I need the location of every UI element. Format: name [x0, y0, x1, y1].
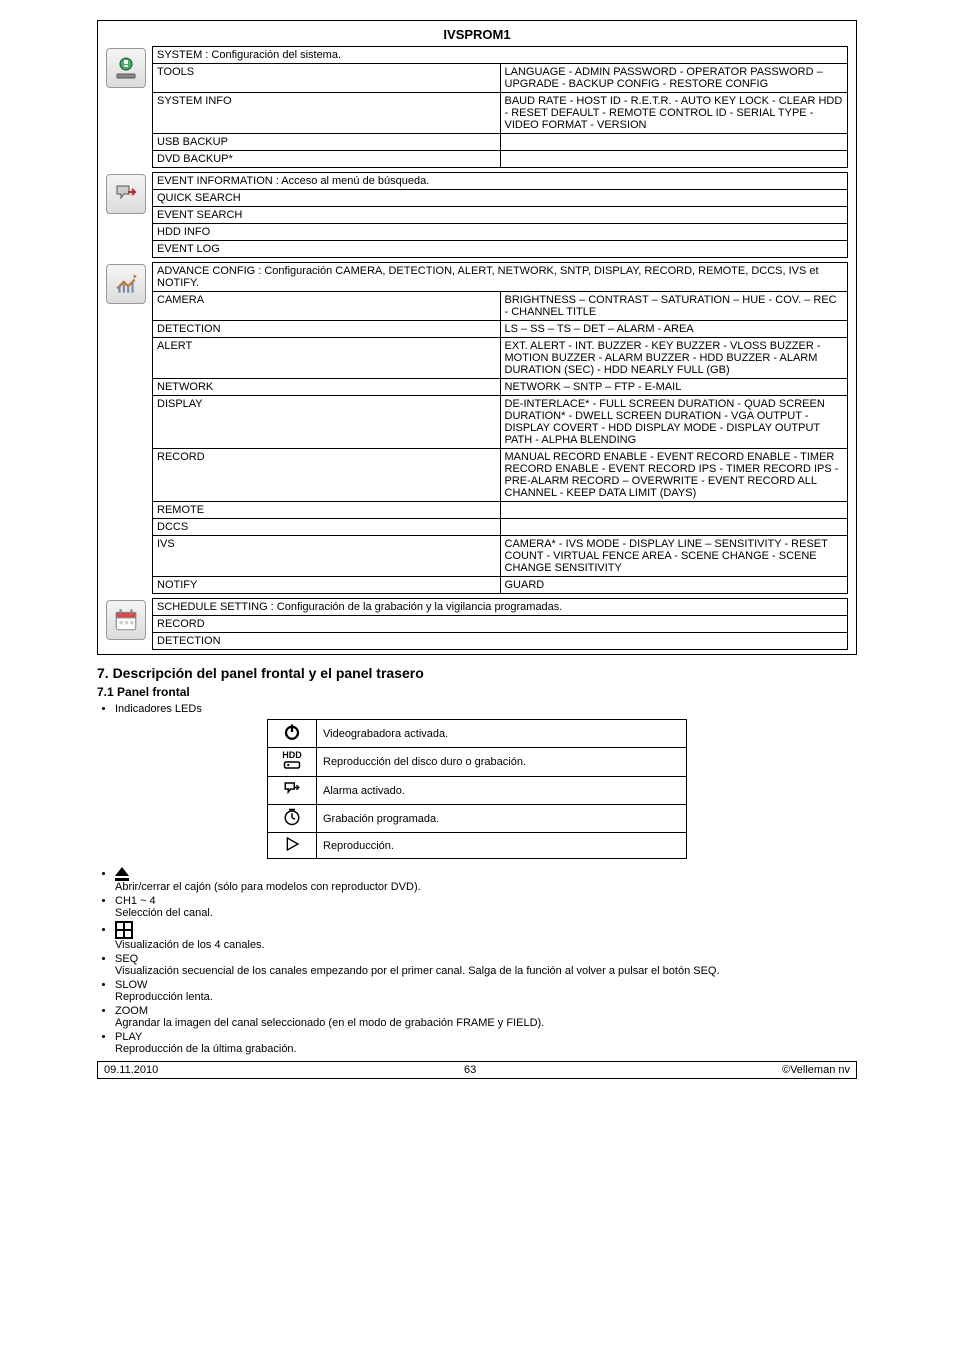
front-panel-list: Abrir/cerrar el cajón (sólo para modelos… [115, 867, 857, 1055]
system-header: SYSTEM : Configuración del sistema. [153, 47, 848, 64]
bullet-head: PLAY [115, 1031, 142, 1043]
led-desc: Reproducción del disco duro o grabación. [317, 748, 687, 777]
event-icon [106, 174, 146, 214]
row-value: NETWORK – SNTP – FTP - E-MAIL [500, 379, 848, 396]
event-line: HDD INFO [153, 224, 848, 241]
bullet-text: Selección del canal. [115, 907, 213, 919]
system-section: SYSTEM : Configuración del sistema. TOOL… [106, 46, 848, 168]
footer-copyright: ©Velleman nv [782, 1064, 850, 1076]
row-label: NETWORK [153, 379, 501, 396]
row-label: DISPLAY [153, 396, 501, 449]
bullet-text: Agrandar la imagen del canal seleccionad… [115, 1017, 544, 1029]
row-value: MANUAL RECORD ENABLE - EVENT RECORD ENAB… [500, 449, 848, 502]
row-label: CAMERA [153, 292, 501, 321]
row-value: BRIGHTNESS – CONTRAST – SATURATION – HUE… [500, 292, 848, 321]
alarm-icon [268, 777, 317, 805]
document-frame: IVSPROM1 SYSTEM : Configuración del sist… [97, 20, 857, 655]
row-value [500, 519, 848, 536]
hdd-icon: HDD [268, 748, 317, 777]
row-label: DVD BACKUP* [153, 151, 501, 168]
row-label: ALERT [153, 338, 501, 379]
bullet-head: ZOOM [115, 1005, 148, 1017]
led-desc: Alarma activado. [317, 777, 687, 805]
row-value: CAMERA* - IVS MODE - DISPLAY LINE – SENS… [500, 536, 848, 577]
row-value: GUARD [500, 577, 848, 594]
row-value [500, 502, 848, 519]
doc-title: IVSPROM1 [106, 27, 848, 42]
row-label: DCCS [153, 519, 501, 536]
advance-header: ADVANCE CONFIG : Configuración CAMERA, D… [153, 263, 848, 292]
advance-icon [106, 264, 146, 304]
event-line: EVENT SEARCH [153, 207, 848, 224]
row-label: IVS [153, 536, 501, 577]
eject-icon [115, 867, 129, 881]
bullet-head: SLOW [115, 979, 147, 991]
page-footer: 09.11.2010 63 ©Velleman nv [97, 1061, 857, 1079]
power-icon [268, 720, 317, 748]
row-value: BAUD RATE - HOST ID - R.E.T.R. - AUTO KE… [500, 93, 848, 134]
schedule-icon [106, 600, 146, 640]
row-label: USB BACKUP [153, 134, 501, 151]
bullet-head: SEQ [115, 953, 138, 965]
led-desc: Videograbadora activada. [317, 720, 687, 748]
schedule-section: SCHEDULE SETTING : Configuración de la g… [106, 598, 848, 650]
led-desc: Grabación programada. [317, 805, 687, 833]
bullet-text: Reproducción lenta. [115, 991, 213, 1003]
led-desc: Reproducción. [317, 833, 687, 859]
bullet-head: CH1 ~ 4 [115, 895, 156, 907]
schedule-row: RECORD [153, 616, 848, 633]
bullet-text: Visualización de los 4 canales. [115, 939, 265, 951]
row-label: NOTIFY [153, 577, 501, 594]
row-label: DETECTION [153, 321, 501, 338]
schedule-header: SCHEDULE SETTING : Configuración de la g… [153, 599, 848, 616]
footer-date: 09.11.2010 [104, 1064, 158, 1076]
row-value: EXT. ALERT - INT. BUZZER - KEY BUZZER - … [500, 338, 848, 379]
timer-icon [268, 805, 317, 833]
row-value [500, 151, 848, 168]
led-table: Videograbadora activada. HDD Reproducció… [267, 719, 687, 859]
section-7-heading: 7. Descripción del panel frontal y el pa… [97, 665, 857, 681]
event-line: EVENT LOG [153, 241, 848, 258]
row-label: SYSTEM INFO [153, 93, 501, 134]
event-section: EVENT INFORMATION : Acceso al menú de bú… [106, 172, 848, 258]
play-icon [268, 833, 317, 859]
row-value [500, 134, 848, 151]
system-icon [106, 48, 146, 88]
row-value: DE-INTERLACE* - FULL SCREEN DURATION - Q… [500, 396, 848, 449]
row-label: TOOLS [153, 64, 501, 93]
footer-page: 63 [464, 1064, 476, 1076]
bullet-text: Reproducción de la última grabación. [115, 1043, 297, 1055]
bullet-text: Abrir/cerrar el cajón (sólo para modelos… [115, 881, 421, 893]
schedule-row: DETECTION [153, 633, 848, 650]
event-header: EVENT INFORMATION : Acceso al menú de bú… [153, 173, 848, 190]
section-7-1-heading: 7.1 Panel frontal [97, 685, 857, 699]
row-label: RECORD [153, 449, 501, 502]
led-intro: Indicadores LEDs [115, 703, 857, 715]
quad-icon [115, 921, 133, 939]
row-value: LANGUAGE - ADMIN PASSWORD - OPERATOR PAS… [500, 64, 848, 93]
event-line: QUICK SEARCH [153, 190, 848, 207]
bullet-text: Visualización secuencial de los canales … [115, 965, 720, 977]
row-label: REMOTE [153, 502, 501, 519]
advance-section: ADVANCE CONFIG : Configuración CAMERA, D… [106, 262, 848, 594]
row-value: LS – SS – TS – DET – ALARM - AREA [500, 321, 848, 338]
